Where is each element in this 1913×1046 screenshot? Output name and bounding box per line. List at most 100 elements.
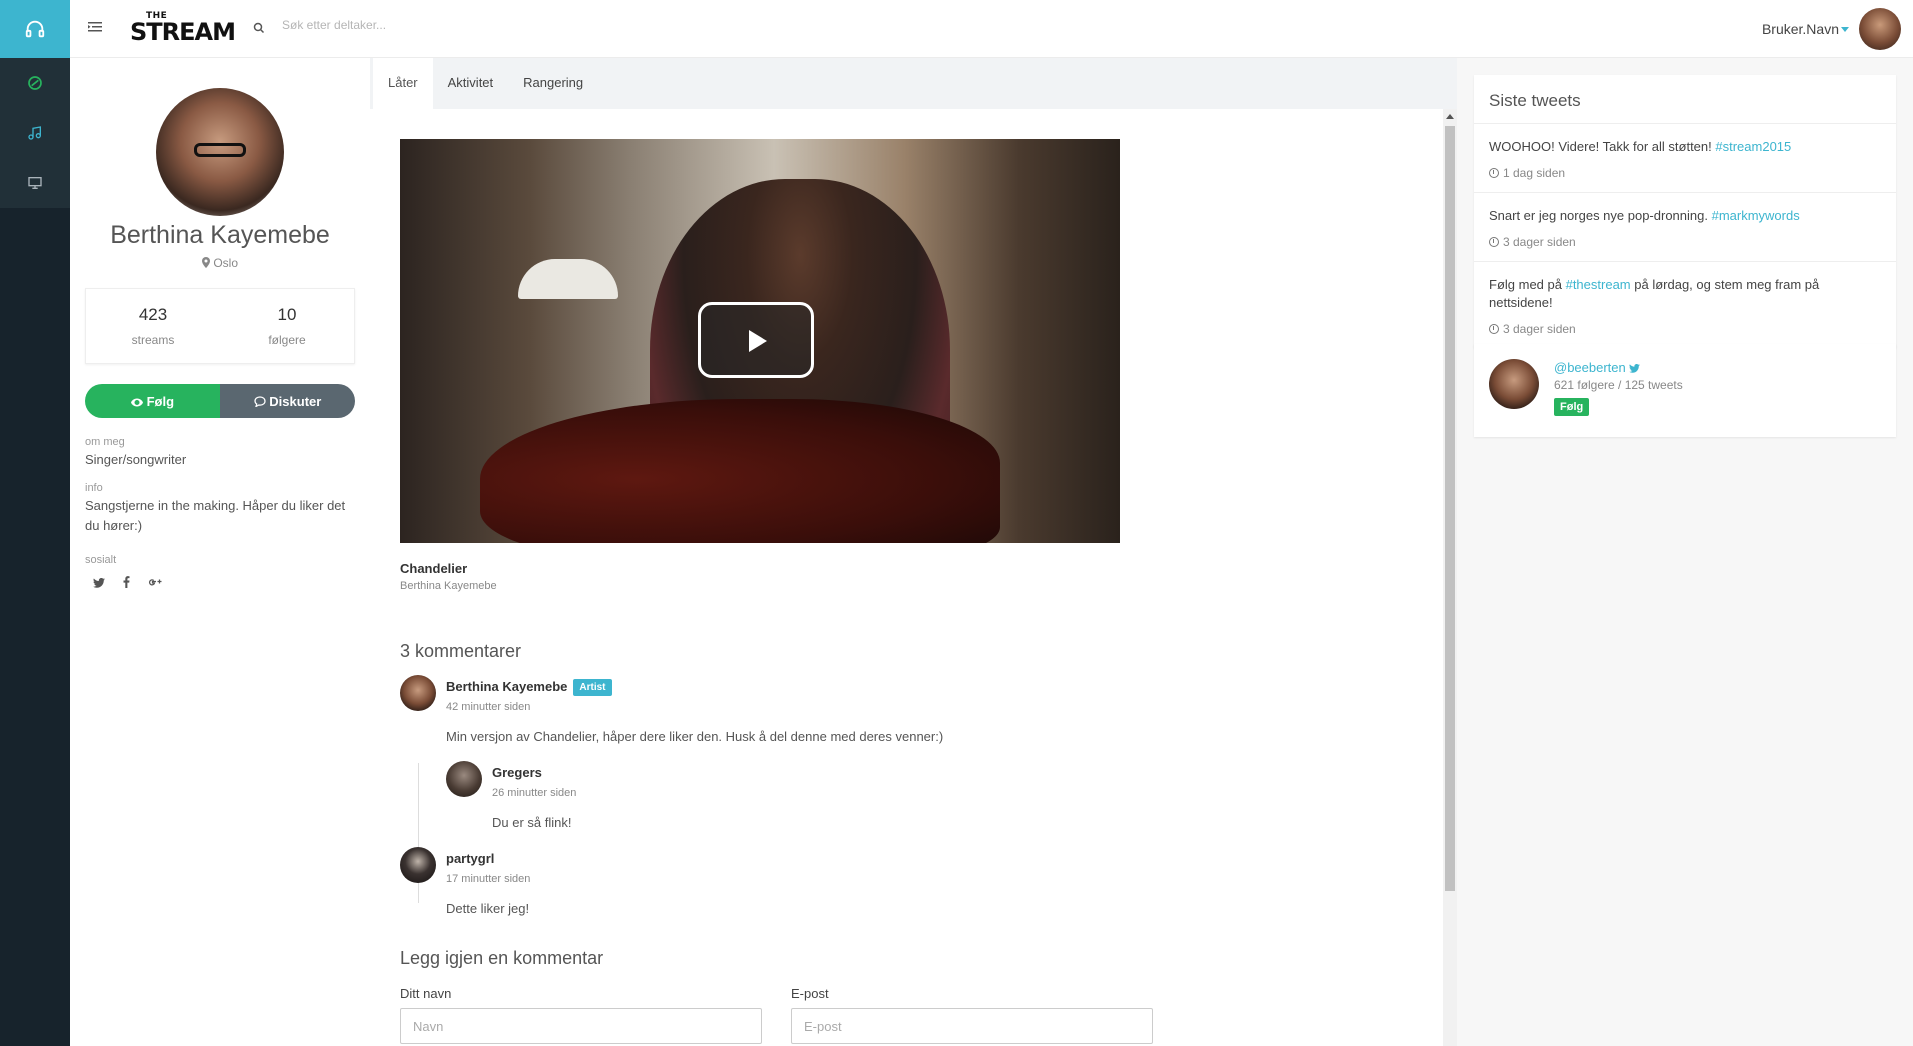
content-tabs: Låter Aktivitet Rangering: [370, 58, 1457, 109]
followers-label: følgere: [268, 333, 306, 347]
rail-item-discover[interactable]: [0, 58, 70, 108]
email-field[interactable]: [791, 1008, 1153, 1044]
tweet-time-text: 3 dager siden: [1503, 235, 1576, 249]
tweets-title: Siste tweets: [1474, 75, 1896, 124]
speech-bubble-icon: [254, 395, 266, 408]
song-title: Chandelier: [400, 561, 468, 576]
twitter-stats: 621 følgere / 125 tweets: [1554, 378, 1683, 392]
profile-location: Oslo: [70, 256, 370, 270]
profile-avatar: [156, 88, 284, 216]
profile-stats: 423 streams 10 følgere: [85, 288, 355, 364]
tweet-time-text: 3 dager siden: [1503, 322, 1576, 336]
scrollbar-thumb[interactable]: [1445, 126, 1455, 891]
tweet-item: WOOHOO! Videre! Takk for all støtten! #s…: [1474, 124, 1896, 193]
info-label: info: [85, 482, 103, 494]
rail-item-listen[interactable]: [0, 0, 70, 58]
profile-panel: Berthina Kayemebe Oslo 423 streams 10 fø…: [70, 58, 370, 1046]
video-player[interactable]: [400, 139, 1120, 543]
tab-ranking[interactable]: Rangering: [508, 58, 598, 109]
discuss-button[interactable]: Diskuter: [220, 384, 355, 418]
comment-author[interactable]: Berthina Kayemebe Artist: [446, 679, 612, 696]
artist-badge: Artist: [573, 679, 612, 696]
comment-avatar: [446, 761, 482, 797]
menu-toggle-icon[interactable]: [88, 20, 102, 38]
tweet-text: WOOHOO! Videre! Takk for all støtten! #s…: [1489, 138, 1881, 156]
user-avatar[interactable]: [1859, 8, 1901, 50]
twitter-handle[interactable]: @beeberten: [1554, 360, 1641, 375]
tweet-hashtag[interactable]: #thestream: [1566, 277, 1631, 292]
tweet-time: 3 dager siden: [1489, 235, 1881, 249]
comment-text: Du er så flink!: [492, 815, 572, 830]
tweet-hashtag[interactable]: #stream2015: [1715, 139, 1791, 154]
twitter-avatar: [1489, 359, 1539, 409]
comment-avatar: [400, 847, 436, 883]
tweet-hashtag[interactable]: #markmywords: [1712, 208, 1800, 223]
email-field-label: E-post: [791, 986, 829, 1001]
name-field-label: Ditt navn: [400, 986, 452, 1001]
comment-text: Dette liker jeg!: [446, 901, 530, 916]
tab-songs[interactable]: Låter: [373, 58, 433, 109]
song-artist[interactable]: Berthina Kayemebe: [400, 580, 497, 592]
tweet-text: Følg med på #thestream på lørdag, og ste…: [1489, 276, 1881, 312]
follow-button[interactable]: Følg: [85, 384, 220, 418]
follow-label: Følg: [146, 393, 175, 409]
streams-count: 423: [138, 305, 168, 324]
comments-heading: 3 kommentarer: [400, 641, 522, 661]
rail-item-music[interactable]: [0, 108, 70, 158]
music-note-icon: [28, 126, 41, 140]
comment-time: 42 minutter siden: [446, 701, 531, 713]
video-frame-guitar: [480, 399, 1000, 543]
tweet-item: Snart er jeg norges nye pop-dronning. #m…: [1474, 193, 1896, 262]
clock-icon: [1489, 168, 1499, 178]
info-value: Sangstjerne in the making. Håper du like…: [85, 498, 346, 533]
twitter-follow-button[interactable]: Følg: [1554, 398, 1590, 416]
tab-activity[interactable]: Aktivitet: [433, 58, 509, 109]
icon-rail: [0, 0, 70, 1046]
profile-details: om meg Singer/songwriter info Sangstjern…: [85, 436, 360, 591]
top-bar: THE STREAM Bruker.Navn: [70, 0, 1913, 58]
social-links: [85, 576, 360, 591]
reply-heading: Legg igjen en kommentar: [400, 948, 604, 968]
map-pin-icon: [201, 257, 210, 268]
tweets-card: Siste tweets WOOHOO! Videre! Takk for al…: [1474, 75, 1896, 348]
tweet-body: WOOHOO! Videre! Takk for all støtten!: [1489, 139, 1716, 154]
logo-main-text: STREAM: [130, 18, 236, 46]
main-content: Låter Aktivitet Rangering Chandelier Ber…: [370, 58, 1457, 1046]
about-label: om meg: [85, 436, 125, 448]
facebook-icon[interactable]: [123, 576, 130, 591]
comment-author-name: Berthina Kayemebe: [446, 679, 568, 694]
scrollbar[interactable]: [1443, 109, 1457, 1046]
google-plus-icon[interactable]: [148, 576, 162, 591]
video-frame-lamp: [518, 259, 618, 299]
comment-author-name[interactable]: Gregers: [492, 765, 542, 780]
chevron-down-icon[interactable]: [1841, 27, 1849, 32]
comment-text: Min versjon av Chandelier, håper dere li…: [446, 729, 944, 744]
comment-time: 17 minutter siden: [446, 873, 531, 885]
followers-count: 10: [277, 305, 297, 324]
comment-avatar: [400, 675, 436, 711]
tweet-body: Følg med på: [1489, 277, 1566, 292]
clock-icon: [1489, 324, 1499, 334]
monitor-icon: [28, 177, 42, 189]
rail-group: [0, 58, 70, 208]
tweet-time: 1 dag siden: [1489, 166, 1881, 180]
rail-item-tv[interactable]: [0, 158, 70, 208]
tweet-time: 3 dager siden: [1489, 322, 1881, 336]
comment-author-name[interactable]: partygrl: [446, 851, 494, 866]
disc-icon: [28, 76, 42, 90]
tweet-text: Snart er jeg norges nye pop-dronning. #m…: [1489, 207, 1881, 225]
scroll-up-arrow-icon[interactable]: [1446, 114, 1454, 119]
name-field[interactable]: [400, 1008, 762, 1044]
twitter-bird-icon: [1629, 363, 1641, 373]
play-button[interactable]: [698, 302, 814, 378]
twitter-icon[interactable]: [93, 576, 105, 591]
search-input[interactable]: [282, 18, 542, 32]
right-panel: Siste tweets WOOHOO! Videre! Takk for al…: [1457, 58, 1913, 1046]
stat-followers: 10 følgere: [220, 289, 354, 363]
user-menu-name[interactable]: Bruker.Navn: [1762, 21, 1839, 37]
social-label: sosialt: [85, 554, 117, 566]
play-icon: [749, 330, 767, 352]
search-icon: [253, 21, 265, 39]
profile-actions: Følg Diskuter: [85, 384, 355, 418]
stat-streams: 423 streams: [86, 289, 220, 363]
